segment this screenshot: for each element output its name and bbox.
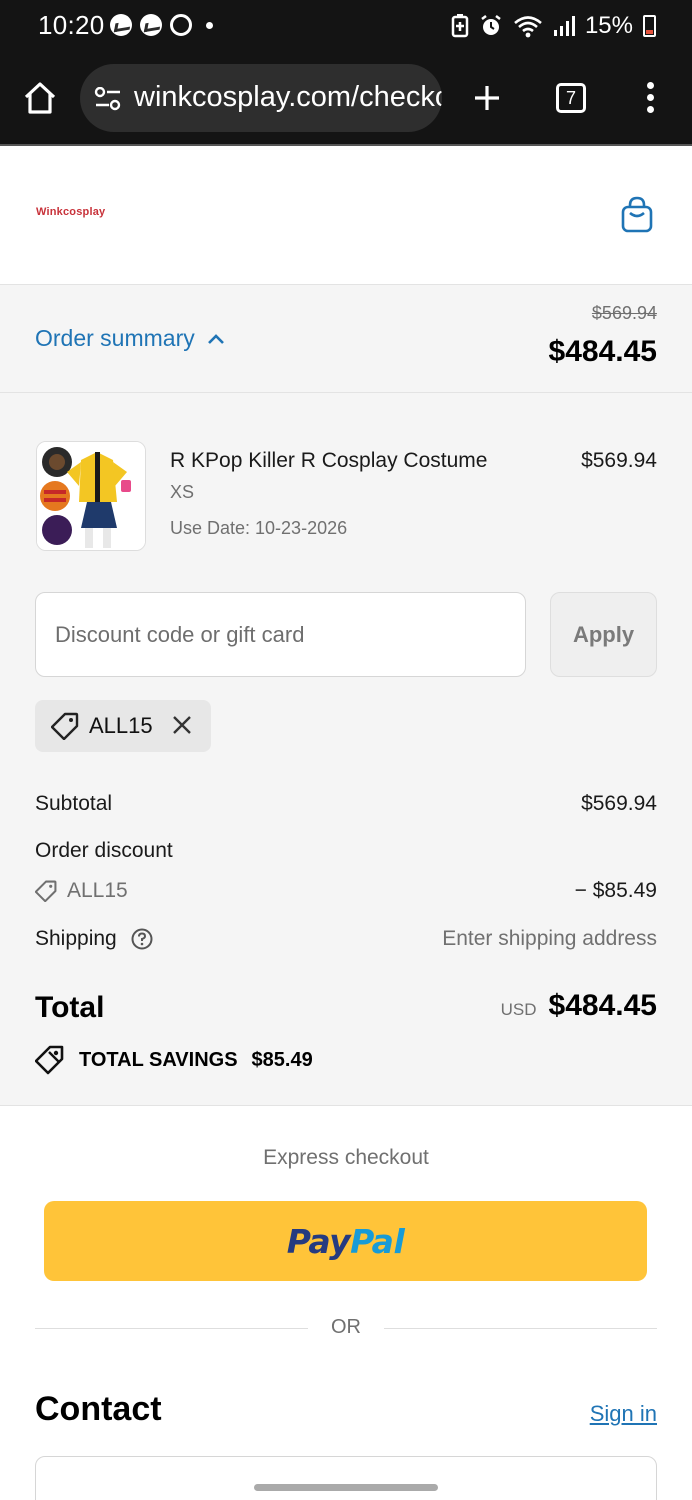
signal-icon (553, 16, 575, 36)
discount-code-input[interactable] (35, 592, 526, 677)
product-image (37, 442, 145, 550)
applied-discount-chip: ALL15 (35, 700, 211, 752)
paypal-button[interactable]: PayPal (44, 1201, 647, 1281)
product-variant: XS (170, 482, 195, 502)
tag-icon (51, 712, 79, 740)
sign-in-link[interactable]: Sign in (590, 1401, 657, 1427)
order-summary-toggle[interactable]: Order summary (35, 325, 225, 352)
contact-heading: Contact (35, 1390, 162, 1428)
order-discount-code-row: ALL15 (35, 879, 128, 903)
tab-switcher-button[interactable]: 7 (556, 83, 586, 113)
product-thumbnail (36, 441, 146, 551)
or-separator: OR (331, 1316, 361, 1338)
site-settings-icon[interactable] (94, 87, 122, 111)
shipping-label-row: Shipping (35, 927, 153, 951)
status-time: 10:20 (38, 10, 105, 40)
new-tab-icon[interactable] (473, 84, 501, 112)
currency-code: USD (500, 1000, 537, 1019)
original-total: $569.94 (591, 303, 657, 323)
home-icon[interactable] (22, 81, 58, 115)
order-discount-label: Order discount (35, 839, 173, 862)
sync-icon (170, 14, 192, 36)
summary-total: $484.45 (548, 335, 657, 368)
messenger-icon (110, 14, 132, 36)
total-amount-group: USD $484.45 (501, 989, 657, 1023)
tag-icon (35, 880, 57, 902)
more-menu-icon[interactable] (647, 82, 655, 116)
status-bar: 10:20 15% (0, 0, 692, 52)
messenger-icon (140, 14, 162, 36)
battery-saver-icon (451, 14, 469, 38)
total-savings-label: TOTAL SAVINGS (79, 1048, 238, 1071)
notification-icons (110, 14, 213, 36)
url-text: winkcosplay.com/checkouts (134, 81, 442, 113)
paypal-logo: PayPal (286, 1221, 405, 1261)
subtotal-value: $569.94 (581, 792, 657, 815)
more-notifications-icon (206, 21, 213, 29)
browser-toolbar: winkcosplay.com/checkouts 7 (0, 52, 692, 144)
total-label: Total (35, 991, 105, 1024)
system-icons: 15% (451, 12, 656, 40)
home-indicator[interactable] (254, 1484, 438, 1491)
apply-discount-button[interactable]: Apply (550, 592, 657, 677)
product-price: $569.94 (581, 449, 657, 472)
order-details: R KPop Killer R Cosplay Costume XS Use D… (0, 393, 692, 1106)
order-summary-bar[interactable]: Order summary $569.94 $484.45 (0, 284, 692, 393)
chevron-up-icon (207, 333, 224, 344)
express-checkout-label: Express checkout (263, 1146, 429, 1169)
shipping-label: Shipping (35, 927, 117, 950)
applied-discount-code: ALL15 (89, 713, 153, 738)
order-summary-label: Order summary (35, 325, 195, 351)
savings-tag-icon (35, 1045, 64, 1075)
battery-percent: 15% (584, 12, 633, 39)
shopping-bag-icon[interactable] (620, 196, 654, 234)
url-bar[interactable]: winkcosplay.com/checkouts (80, 64, 442, 132)
contact-email-field[interactable] (35, 1456, 657, 1500)
order-discount-code: ALL15 (67, 879, 128, 902)
toolbar-divider (0, 144, 692, 146)
product-name: R KPop Killer R Cosplay Costume (170, 449, 488, 472)
total-amount: $484.45 (548, 989, 657, 1022)
help-icon[interactable] (131, 928, 153, 950)
remove-discount-icon[interactable] (171, 714, 193, 736)
battery-icon (643, 15, 656, 37)
total-savings: TOTAL SAVINGS $85.49 (35, 1045, 313, 1075)
product-use-date: Use Date: 10-23-2026 (170, 518, 348, 538)
wifi-icon (514, 16, 542, 38)
subtotal-label: Subtotal (35, 792, 113, 815)
shipping-value: Enter shipping address (442, 927, 657, 950)
alarm-icon (481, 15, 501, 35)
total-savings-value: $85.49 (251, 1048, 313, 1071)
order-discount-value: − $85.49 (574, 879, 657, 902)
store-logo[interactable]: Winkcosplay (36, 206, 105, 218)
